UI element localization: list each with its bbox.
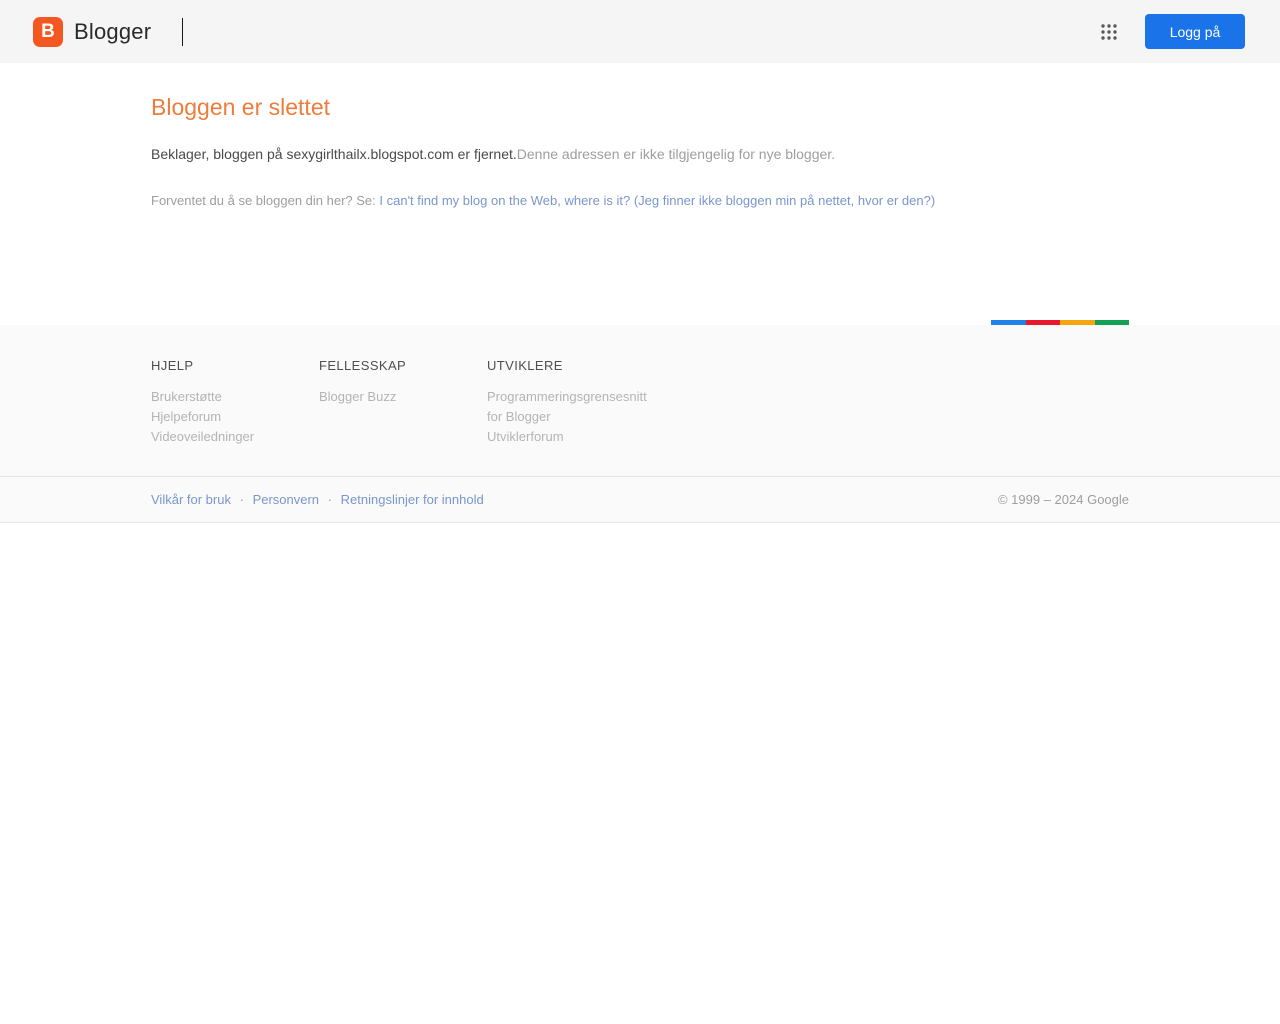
help-prompt: Forventet du å se bloggen din her? Se:	[151, 193, 376, 208]
deleted-message-secondary: Denne adressen er ikke tilgjengelig for …	[516, 146, 836, 162]
deleted-message-primary: Beklager, bloggen på sexygirlthailx.blog…	[151, 146, 517, 162]
signin-button[interactable]: Logg på	[1145, 14, 1245, 49]
blogger-logo-letter: B	[41, 21, 55, 42]
footer-column-help: HJELP Brukerstøtte Hjelpeforum Videoveil…	[151, 358, 319, 447]
footer-link-videoveiledninger[interactable]: Videoveiledninger	[151, 427, 319, 447]
footer-link-api[interactable]: Programmeringsgrensesnitt for Blogger	[487, 387, 655, 427]
content-policy-link[interactable]: Retningslinjer for innhold	[341, 492, 484, 507]
footer-heading-developers: UTVIKLERE	[487, 358, 563, 373]
footer-heading-community: FELLESSKAP	[319, 358, 407, 373]
accent-segment-yellow	[1060, 320, 1095, 325]
accent-segment-blue	[991, 320, 1026, 325]
header-divider	[182, 17, 184, 46]
app-header: B Blogger Logg på	[0, 0, 1280, 63]
legal-separator: ·	[327, 492, 333, 507]
footer-link-utviklerforum[interactable]: Utviklerforum	[487, 427, 655, 447]
blogger-home-link[interactable]: B Blogger	[33, 16, 152, 47]
footer-column-community: FELLESSKAP Blogger Buzz	[319, 358, 487, 447]
footer-heading-help: HJELP	[151, 358, 194, 373]
footer-link-brukerstotte[interactable]: Brukerstøtte	[151, 387, 319, 407]
blogger-logo-icon: B	[33, 16, 63, 47]
page-title: Bloggen er slettet	[151, 94, 331, 120]
help-row: Forventet du å se bloggen din her? Se: I…	[151, 193, 1129, 208]
page-footer: HJELP Brukerstøtte Hjelpeforum Videoveil…	[0, 325, 1280, 523]
legal-links: Vilkår for bruk · Personvern · Retningsl…	[151, 492, 484, 507]
terms-link[interactable]: Vilkår for bruk	[151, 492, 231, 507]
help-link[interactable]: I can't find my blog on the Web, where i…	[379, 193, 935, 208]
footer-link-hjelpeforum[interactable]: Hjelpeforum	[151, 407, 319, 427]
footer-bottom-bar: Vilkår for bruk · Personvern · Retningsl…	[0, 476, 1280, 523]
deleted-message: Beklager, bloggen på sexygirlthailx.blog…	[151, 146, 1129, 162]
legal-separator: ·	[239, 492, 244, 507]
blogger-wordmark: Blogger	[74, 18, 152, 44]
main-content: Bloggen er slettet Beklager, bloggen på …	[0, 63, 1280, 320]
footer-link-blogger-buzz[interactable]: Blogger Buzz	[319, 387, 487, 407]
apps-grid-icon[interactable]	[1099, 22, 1119, 42]
accent-segment-red	[1025, 320, 1060, 325]
footer-main: HJELP Brukerstøtte Hjelpeforum Videoveil…	[0, 325, 1280, 476]
google-accent-bar	[991, 320, 1129, 325]
footer-column-developers: UTVIKLERE Programmeringsgrensesnitt for …	[487, 358, 655, 447]
privacy-link[interactable]: Personvern	[253, 492, 319, 507]
accent-segment-green	[1094, 320, 1129, 325]
copyright-notice: © 1999 – 2024 Google	[997, 492, 1129, 507]
